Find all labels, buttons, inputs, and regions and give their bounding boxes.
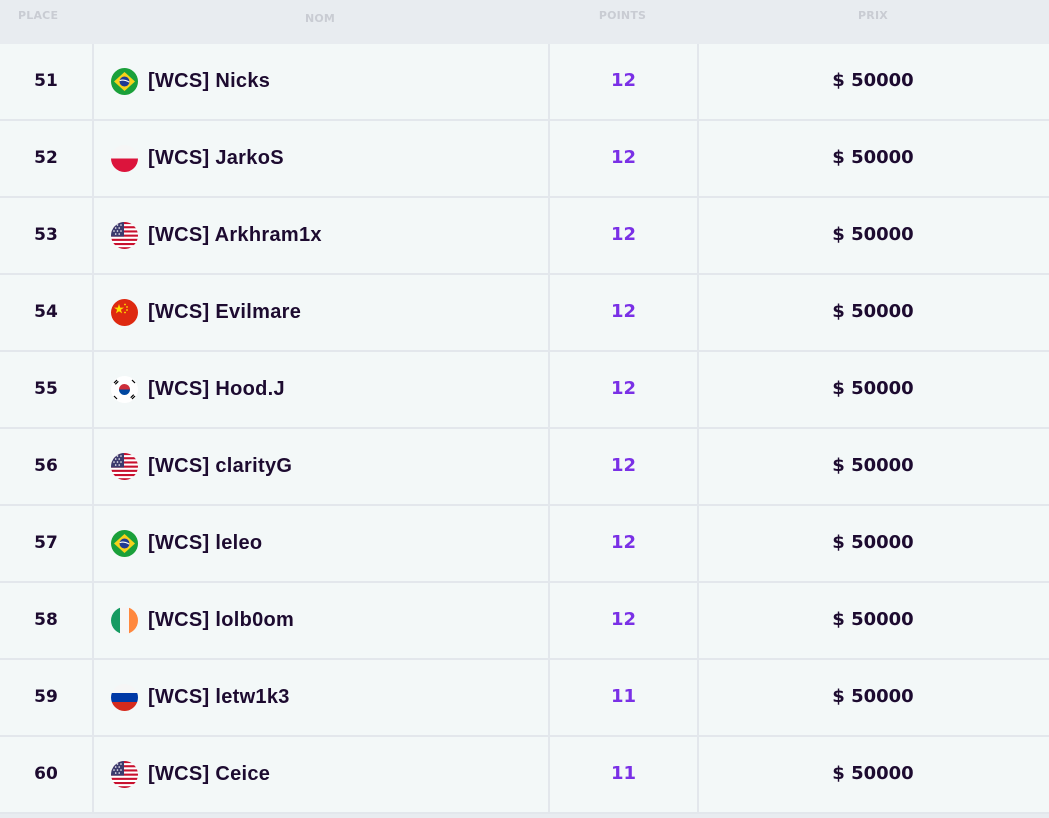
- points-cell: 12: [548, 44, 697, 119]
- player-name[interactable]: [WCS] lolb0om: [148, 609, 294, 632]
- table-row[interactable]: 57 [WCS] leleo 12 $ 50000: [0, 506, 1049, 583]
- usa-flag-icon: [111, 222, 138, 249]
- points-cell: 12: [548, 198, 697, 273]
- table-row[interactable]: 54 [WCS] Evilmare 12 $ 50000: [0, 275, 1049, 352]
- player-cell[interactable]: [WCS] Hood.J: [92, 352, 548, 427]
- points-cell: 12: [548, 352, 697, 427]
- player-name[interactable]: [WCS] Nicks: [148, 70, 270, 93]
- column-header-place[interactable]: PLACE: [0, 0, 92, 44]
- player-cell[interactable]: [WCS] JarkoS: [92, 121, 548, 196]
- usa-flag-icon: [111, 453, 138, 480]
- table-row[interactable]: 58 [WCS] lolb0om 12 $ 50000: [0, 583, 1049, 660]
- place-cell: 59: [34, 686, 58, 707]
- place-cell: 60: [34, 763, 58, 784]
- usa-flag-icon: [111, 761, 138, 788]
- prize-cell: $ 50000: [697, 506, 1049, 581]
- prize-cell: $ 50000: [697, 737, 1049, 812]
- place-cell: 55: [34, 378, 58, 399]
- player-name[interactable]: [WCS] Arkhram1x: [148, 224, 322, 247]
- column-header-points[interactable]: POINTS: [548, 0, 697, 44]
- table-row[interactable]: 59 [WCS] letw1k3 11 $ 50000: [0, 660, 1049, 737]
- brazil-flag-icon: [111, 68, 138, 95]
- table-row[interactable]: 51 [WCS] Nicks 12 $ 50000: [0, 44, 1049, 121]
- player-cell[interactable]: [WCS] lolb0om: [92, 583, 548, 658]
- points-cell: 12: [548, 275, 697, 350]
- player-name[interactable]: [WCS] Ceice: [148, 763, 270, 786]
- player-name[interactable]: [WCS] Hood.J: [148, 378, 285, 401]
- player-name[interactable]: [WCS] Evilmare: [148, 301, 301, 324]
- player-cell[interactable]: [WCS] clarityG: [92, 429, 548, 504]
- prize-cell: $ 50000: [697, 583, 1049, 658]
- place-cell: 52: [34, 147, 58, 168]
- table-body: 51 [WCS] Nicks 12 $ 50000 52 [WCS] JarkoS 12 $ …: [0, 44, 1049, 814]
- leaderboard-table: PLACE NOM POINTS PRIX 51 [WCS] Nicks 12 $ 5…: [0, 0, 1049, 814]
- prize-cell: $ 50000: [697, 44, 1049, 119]
- points-cell: 12: [548, 121, 697, 196]
- player-cell[interactable]: [WCS] Nicks: [92, 44, 548, 119]
- place-cell: 53: [34, 224, 58, 245]
- china-flag-icon: [111, 299, 138, 326]
- prize-cell: $ 50000: [697, 429, 1049, 504]
- prize-cell: $ 50000: [697, 198, 1049, 273]
- player-name[interactable]: [WCS] letw1k3: [148, 686, 290, 709]
- table-row[interactable]: 56 [WCS] clarityG 12 $ 50000: [0, 429, 1049, 506]
- points-cell: 12: [548, 506, 697, 581]
- south-korea-flag-icon: [111, 376, 138, 403]
- points-cell: 12: [548, 583, 697, 658]
- place-cell: 57: [34, 532, 58, 553]
- place-cell: 58: [34, 609, 58, 630]
- player-cell[interactable]: [WCS] Evilmare: [92, 275, 548, 350]
- prize-cell: $ 50000: [697, 121, 1049, 196]
- player-name[interactable]: [WCS] clarityG: [148, 455, 292, 478]
- column-header-prize[interactable]: PRIX: [697, 0, 1049, 44]
- prize-cell: $ 50000: [697, 352, 1049, 427]
- player-cell[interactable]: [WCS] Arkhram1x: [92, 198, 548, 273]
- player-cell[interactable]: [WCS] letw1k3: [92, 660, 548, 735]
- prize-cell: $ 50000: [697, 660, 1049, 735]
- place-cell: 54: [34, 301, 58, 322]
- brazil-flag-icon: [111, 530, 138, 557]
- table-row[interactable]: 52 [WCS] JarkoS 12 $ 50000: [0, 121, 1049, 198]
- table-row[interactable]: 55 [WCS] Hood.J 12 $ 50000: [0, 352, 1049, 429]
- prize-cell: $ 50000: [697, 275, 1049, 350]
- player-cell[interactable]: [WCS] Ceice: [92, 737, 548, 812]
- points-cell: 12: [548, 429, 697, 504]
- points-cell: 11: [548, 660, 697, 735]
- player-cell[interactable]: [WCS] leleo: [92, 506, 548, 581]
- player-name[interactable]: [WCS] JarkoS: [148, 147, 284, 170]
- player-name[interactable]: [WCS] leleo: [148, 532, 262, 555]
- table-row[interactable]: 60 [WCS] Ceice 11 $ 50000: [0, 737, 1049, 814]
- place-cell: 51: [34, 70, 58, 91]
- table-row[interactable]: 53 [WCS] Arkhram1x 12 $ 50000: [0, 198, 1049, 275]
- russia-flag-icon: [111, 684, 138, 711]
- poland-flag-icon: [111, 145, 138, 172]
- ireland-flag-icon: [111, 607, 138, 634]
- table-header: PLACE NOM POINTS PRIX: [0, 0, 1049, 44]
- place-cell: 56: [34, 455, 58, 476]
- points-cell: 11: [548, 737, 697, 812]
- column-header-name[interactable]: NOM: [92, 0, 548, 44]
